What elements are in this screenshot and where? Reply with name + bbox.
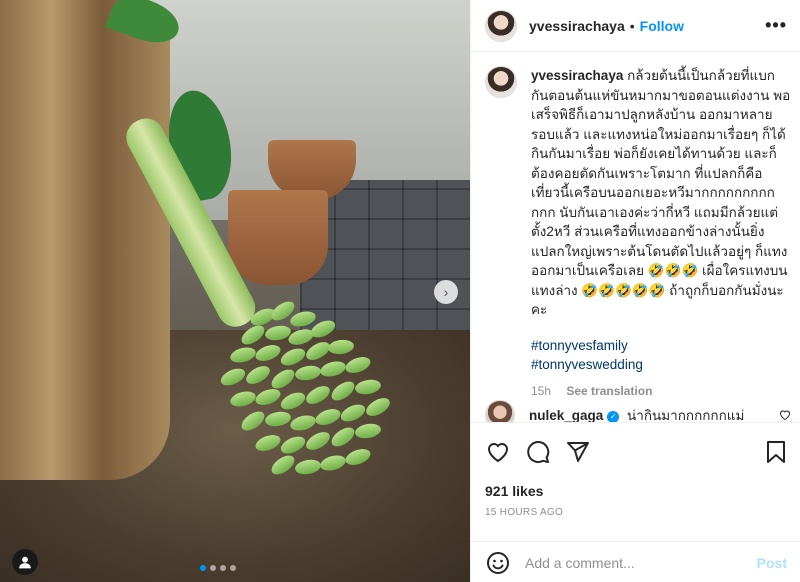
- see-translation-link[interactable]: See translation: [566, 384, 652, 398]
- photo-banana-finger: [328, 377, 358, 405]
- photo-banana-finger: [268, 451, 298, 479]
- photo-banana-finger: [328, 423, 358, 451]
- photo-banana-finger: [327, 338, 355, 356]
- carousel-dot-active: [200, 565, 206, 571]
- emoji-button[interactable]: [485, 550, 511, 576]
- caption-body: yvessirachaya กล้วยต้นนี้เป็นกล้วยที่แบก…: [531, 66, 791, 320]
- photo-banana-finger: [338, 401, 368, 425]
- photo-banana-finger: [228, 344, 258, 366]
- share-icon: [567, 442, 589, 462]
- photo-banana-finger: [363, 394, 393, 420]
- more-icon[interactable]: •••: [765, 15, 787, 36]
- photo-banana-finger: [253, 385, 283, 409]
- photo-banana-finger: [293, 457, 323, 477]
- caption-time: 15h: [531, 383, 552, 398]
- photo-banana-finger: [353, 377, 383, 397]
- post-caption: yvessirachaya กล้วยต้นนี้เป็นกล้วยที่แบก…: [485, 66, 791, 401]
- photo-banana-trunk: [0, 0, 170, 480]
- carousel-dots: [200, 565, 236, 571]
- photo-banana-finger: [238, 407, 268, 435]
- carousel-dot: [230, 565, 236, 571]
- post-photo[interactable]: ›: [0, 0, 470, 582]
- follow-button[interactable]: Follow: [640, 18, 684, 34]
- caption-meta: 15h See translation: [531, 382, 791, 402]
- carousel-dot: [210, 565, 216, 571]
- post-actions: 921 likes 15 HOURS AGO Add a comment... …: [471, 422, 800, 582]
- post-timestamp[interactable]: 15 HOURS AGO: [485, 507, 563, 518]
- heart-icon: [487, 443, 509, 463]
- photo-banana-finger: [263, 409, 293, 429]
- emoji-icon: [487, 551, 509, 574]
- photo-banana-finger: [218, 365, 248, 389]
- photo-banana-finger: [303, 428, 333, 454]
- photo-banana-finger: [253, 341, 283, 365]
- user-tag-button[interactable]: [12, 549, 38, 575]
- photo-banana-finger: [313, 405, 343, 429]
- header-separator: •: [629, 17, 635, 34]
- photo-banana-finger: [318, 452, 348, 474]
- photo-banana-finger: [228, 388, 258, 410]
- like-button[interactable]: [485, 439, 511, 465]
- photo-banana-finger: [243, 362, 273, 388]
- hashtag-link[interactable]: #tonnyveswedding: [531, 355, 791, 374]
- likes-count[interactable]: 921 likes: [485, 483, 543, 499]
- post-sidebar: yvessirachaya • Follow ••• yvessirachaya…: [470, 0, 800, 582]
- photo-banana-finger: [293, 363, 323, 383]
- heart-icon[interactable]: [779, 409, 791, 421]
- photo-banana-finger: [253, 431, 283, 455]
- bookmark-icon: [767, 441, 785, 463]
- avatar[interactable]: [485, 66, 517, 98]
- comment-text: น่ากินมากกกกกกแม่: [627, 408, 745, 423]
- comment-username[interactable]: nulek_gaga: [529, 408, 603, 423]
- header-username[interactable]: yvessirachaya: [529, 18, 625, 34]
- comment-icon: [527, 441, 550, 463]
- caption-username[interactable]: yvessirachaya: [531, 68, 623, 83]
- photo-banana-finger: [278, 389, 308, 413]
- photo-banana-finger: [288, 412, 318, 434]
- action-bar: [485, 439, 789, 465]
- photo-banana-finger: [278, 345, 308, 369]
- photo-banana-finger: [343, 445, 373, 469]
- share-button[interactable]: [565, 439, 591, 465]
- post-header: yvessirachaya • Follow •••: [471, 0, 800, 52]
- hashtag-list: #tonnyvesfamily #tonnyveswedding: [531, 336, 791, 374]
- user-tag-icon: [19, 556, 31, 569]
- avatar[interactable]: [485, 9, 517, 42]
- comment-button[interactable]: [525, 439, 551, 465]
- hashtag-link[interactable]: #tonnyvesfamily: [531, 336, 791, 355]
- photo-banana-finger: [343, 353, 373, 377]
- post-comment-button[interactable]: Post: [757, 555, 787, 571]
- photo-banana-bunch: [210, 297, 400, 500]
- photo-pot: [228, 190, 328, 285]
- save-button[interactable]: [763, 439, 789, 465]
- caption-text: กล้วยต้นนี้เป็นกล้วยที่แบกกันตอนต้นแห่ขั…: [531, 68, 791, 317]
- photo-banana-finger: [303, 382, 333, 408]
- photo-banana-finger: [278, 433, 308, 457]
- photo-banana-finger: [353, 421, 383, 441]
- photo-banana-finger: [238, 321, 268, 349]
- add-comment-bar: Add a comment... Post: [471, 541, 800, 582]
- carousel-next-button[interactable]: ›: [434, 280, 458, 304]
- photo-banana-finger: [318, 358, 348, 380]
- comment-input[interactable]: Add a comment...: [525, 555, 757, 571]
- carousel-dot: [220, 565, 226, 571]
- chevron-right-icon: ›: [443, 284, 449, 300]
